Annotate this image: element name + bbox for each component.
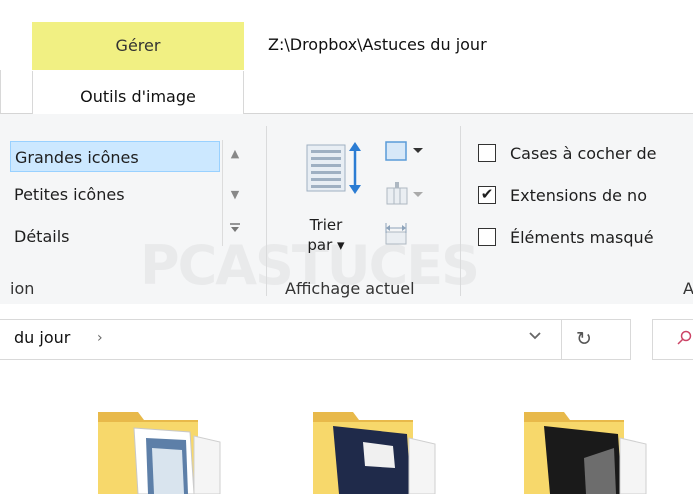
refresh-icon[interactable]: ↻	[561, 319, 606, 360]
contextual-tab-manage-label: Gérer	[115, 36, 161, 55]
sort-by-icon[interactable]	[303, 139, 365, 215]
hidden-items-checkbox[interactable]	[478, 227, 496, 246]
hidden-items-label: Éléments masqué	[510, 228, 654, 247]
address-history-dropdown-icon[interactable]	[528, 329, 542, 345]
file-extensions-label: Extensions de no	[510, 186, 647, 205]
group-separator	[266, 126, 267, 296]
layout-details[interactable]: Détails	[10, 221, 220, 252]
item-checkboxes-option[interactable]: Cases à cocher de	[478, 140, 657, 168]
search-icon[interactable]	[676, 330, 692, 350]
item-checkboxes-checkbox[interactable]	[478, 143, 496, 162]
hidden-items-option[interactable]: Éléments masqué	[478, 224, 654, 252]
file-extensions-option[interactable]: ✔ Extensions de no	[478, 182, 647, 210]
window-title-path: Z:\Dropbox\Astuces du jour	[268, 35, 487, 54]
file-extensions-checkbox[interactable]: ✔	[478, 185, 496, 204]
layout-group-label: ion	[10, 279, 35, 298]
show-hide-group-label: A	[683, 279, 693, 298]
sort-by-button[interactable]: Trier par ▾	[306, 215, 346, 255]
tab-divider	[0, 70, 1, 113]
group-by-icon[interactable]	[383, 140, 429, 166]
sort-by-label: Trier	[309, 216, 343, 234]
folder-thumbnail[interactable]	[313, 408, 439, 495]
scroll-down-icon[interactable]: ▼	[226, 188, 244, 201]
scroll-up-icon[interactable]: ▲	[226, 147, 244, 160]
folder-thumbnail[interactable]	[98, 408, 224, 495]
breadcrumb-chevron-icon[interactable]: ›	[97, 330, 103, 346]
layout-large-icons[interactable]: Grandes icônes	[10, 141, 220, 172]
current-view-group-label: Affichage actuel	[285, 279, 415, 298]
group-separator	[460, 126, 461, 296]
tab-image-tools-label: Outils d'image	[80, 87, 196, 106]
folder-thumbnail[interactable]	[524, 408, 650, 495]
sort-by-dropdown-label: par ▾	[307, 236, 345, 254]
size-columns-icon[interactable]	[383, 220, 409, 250]
add-columns-icon[interactable]	[383, 180, 429, 210]
layout-small-icons[interactable]: Petites icônes	[10, 179, 220, 210]
item-checkboxes-label: Cases à cocher de	[510, 144, 657, 163]
breadcrumb-current-folder[interactable]: du jour	[14, 328, 70, 347]
expand-gallery-icon[interactable]	[226, 222, 244, 237]
